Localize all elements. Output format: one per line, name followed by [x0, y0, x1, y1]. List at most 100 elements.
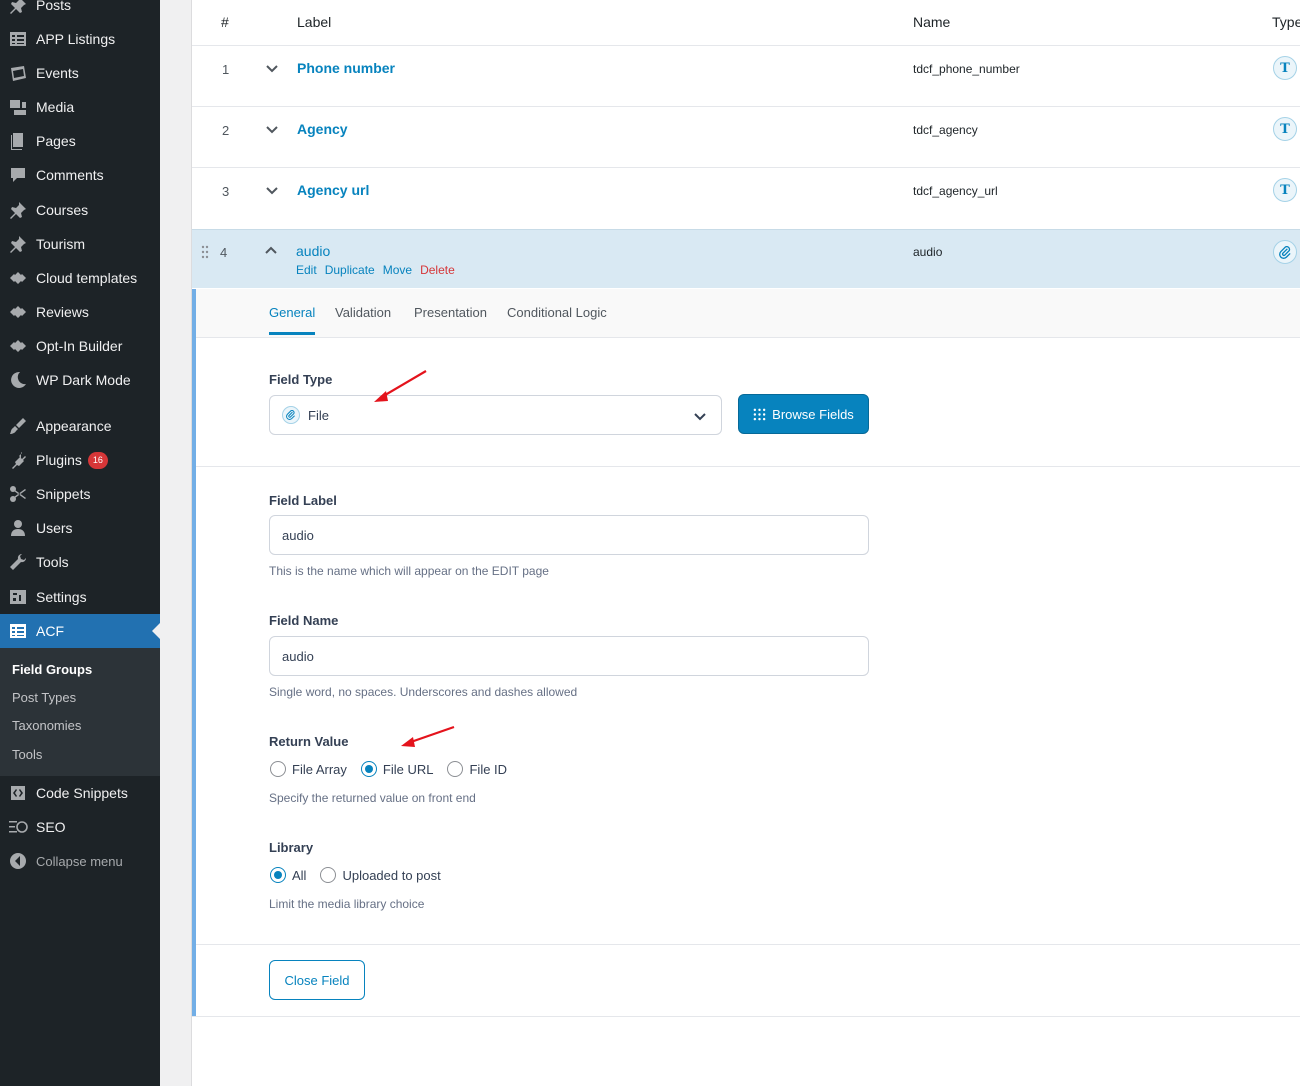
admin-sidebar: Posts APP Listings Events Media Pages Co… [0, 0, 160, 1086]
comment-icon [0, 165, 36, 185]
grid-icon [753, 408, 766, 420]
tab-general[interactable]: General [269, 305, 316, 335]
radio-file-array[interactable]: File Array [270, 761, 347, 777]
menu-item-tools[interactable]: Tools [0, 545, 160, 579]
field-name-input[interactable]: audio [269, 636, 869, 676]
chevron-down-icon [693, 409, 707, 423]
annotation-arrow-icon [401, 725, 455, 747]
menu-item-opt-in-builder[interactable]: Opt-In Builder [0, 329, 160, 363]
col-header-name: Name [913, 14, 951, 30]
field-type-select[interactable]: File [269, 395, 722, 435]
field-label-link[interactable]: Agency url [297, 182, 369, 198]
divider [192, 1016, 1300, 1017]
row-actions: Edit Duplicate Move Delete [296, 263, 455, 277]
text-type-icon: T [1273, 117, 1297, 141]
return-value-label: Return Value [269, 734, 349, 749]
tab-presentation[interactable]: Presentation [414, 305, 487, 320]
table-icon [0, 29, 36, 49]
library-label: Library [269, 840, 314, 855]
field-label-link[interactable]: Agency [297, 121, 348, 137]
chevron-up-icon[interactable] [264, 244, 278, 258]
radio-file-id[interactable]: File ID [447, 761, 507, 777]
field-label-link[interactable]: Phone number [297, 60, 395, 76]
col-header-label: Label [297, 14, 332, 30]
menu-item-seo[interactable]: SEO [0, 810, 160, 844]
menu-item-wp-dark-mode[interactable]: WP Dark Mode [0, 363, 160, 397]
submenu-taxonomies[interactable]: Taxonomies [12, 718, 81, 733]
menu-item-pages[interactable]: Pages [0, 124, 160, 158]
code-icon [0, 783, 36, 803]
text-type-icon: T [1273, 178, 1297, 202]
return-value-radio-group: File Array File URL File ID [270, 761, 521, 777]
radio-all[interactable]: All [270, 867, 306, 883]
pin-icon [0, 0, 36, 15]
field-name: audio [913, 245, 943, 259]
acf-submenu: Field Groups Post Types Taxonomies Tools [0, 648, 160, 776]
submenu-field-groups[interactable]: Field Groups [12, 662, 92, 677]
menu-item-settings[interactable]: Settings [0, 580, 160, 614]
menu-item-plugins[interactable]: Plugins 16 [0, 443, 160, 477]
field-label-input[interactable]: audio [269, 515, 869, 555]
col-header-type: Type [1272, 14, 1300, 30]
return-value-hint: Specify the returned value on front end [269, 791, 476, 805]
field-order: 1 [222, 62, 230, 77]
menu-item-code-snippets[interactable]: Code Snippets [0, 776, 160, 810]
paperclip-icon [1273, 240, 1297, 264]
field-label-link[interactable]: audio [296, 243, 330, 259]
field-order: 3 [222, 184, 230, 199]
field-group-editor: # Label Name Type 1 Phone number tdcf_ph… [191, 0, 1300, 1086]
plugin-icon [0, 450, 36, 470]
collapse-menu-button[interactable]: Collapse menu [0, 844, 160, 878]
field-label-label: Field Label [269, 493, 337, 508]
menu-item-reviews[interactable]: Reviews [0, 295, 160, 329]
field-type-value: File [308, 407, 329, 423]
divider [192, 167, 1300, 168]
settings-tabs: General Validation Presentation Conditio… [196, 289, 1300, 338]
tab-validation[interactable]: Validation [335, 305, 391, 320]
menu-item-appearance[interactable]: Appearance [0, 409, 160, 443]
menu-item-events[interactable]: Events [0, 56, 160, 90]
library-hint: Limit the media library choice [269, 897, 425, 911]
menu-item-snippets[interactable]: Snippets [0, 477, 160, 511]
delete-link[interactable]: Delete [420, 263, 455, 277]
submenu-tools[interactable]: Tools [12, 747, 42, 762]
moon-icon [0, 370, 36, 390]
field-row-open[interactable]: 4 audio Edit Duplicate Move Delete audio [192, 229, 1300, 288]
chevron-down-icon[interactable] [265, 122, 279, 136]
diamond-icon [0, 268, 36, 288]
drag-handle-icon[interactable] [201, 245, 209, 259]
library-radio-group: All Uploaded to post [270, 867, 455, 883]
menu-item-cloud-templates[interactable]: Cloud templates [0, 261, 160, 295]
duplicate-link[interactable]: Duplicate [325, 263, 375, 277]
radio-uploaded-to-post[interactable]: Uploaded to post [320, 867, 441, 883]
menu-item-users[interactable]: Users [0, 511, 160, 545]
col-header-num: # [221, 14, 229, 30]
diamond-icon [0, 336, 36, 356]
scissors-icon [0, 484, 36, 504]
submenu-post-types[interactable]: Post Types [12, 690, 76, 705]
field-label-hint: This is the name which will appear on th… [269, 564, 549, 578]
menu-item-comments[interactable]: Comments [0, 158, 160, 192]
close-field-button[interactable]: Close Field [269, 960, 365, 1000]
table-icon [0, 621, 36, 641]
field-name: tdcf_agency_url [913, 184, 998, 198]
menu-item-tourism[interactable]: Tourism [0, 227, 160, 261]
tab-conditional-logic[interactable]: Conditional Logic [507, 305, 607, 320]
seo-icon [0, 817, 36, 837]
text-type-icon: T [1273, 56, 1297, 80]
menu-item-courses[interactable]: Courses [0, 193, 160, 227]
field-settings-panel: General Validation Presentation Conditio… [192, 289, 1300, 1017]
edit-link[interactable]: Edit [296, 263, 317, 277]
move-link[interactable]: Move [383, 263, 412, 277]
divider [192, 106, 1300, 107]
menu-item-media[interactable]: Media [0, 90, 160, 124]
radio-file-url[interactable]: File URL [360, 761, 433, 777]
chevron-down-icon[interactable] [265, 183, 279, 197]
menu-item-app-listings[interactable]: APP Listings [0, 22, 160, 56]
browse-fields-button[interactable]: Browse Fields [738, 394, 869, 434]
divider [192, 45, 1300, 46]
collapse-icon [0, 851, 36, 871]
menu-item-posts[interactable]: Posts [0, 0, 160, 22]
chevron-down-icon[interactable] [265, 61, 279, 75]
menu-item-acf[interactable]: ACF [0, 614, 160, 648]
